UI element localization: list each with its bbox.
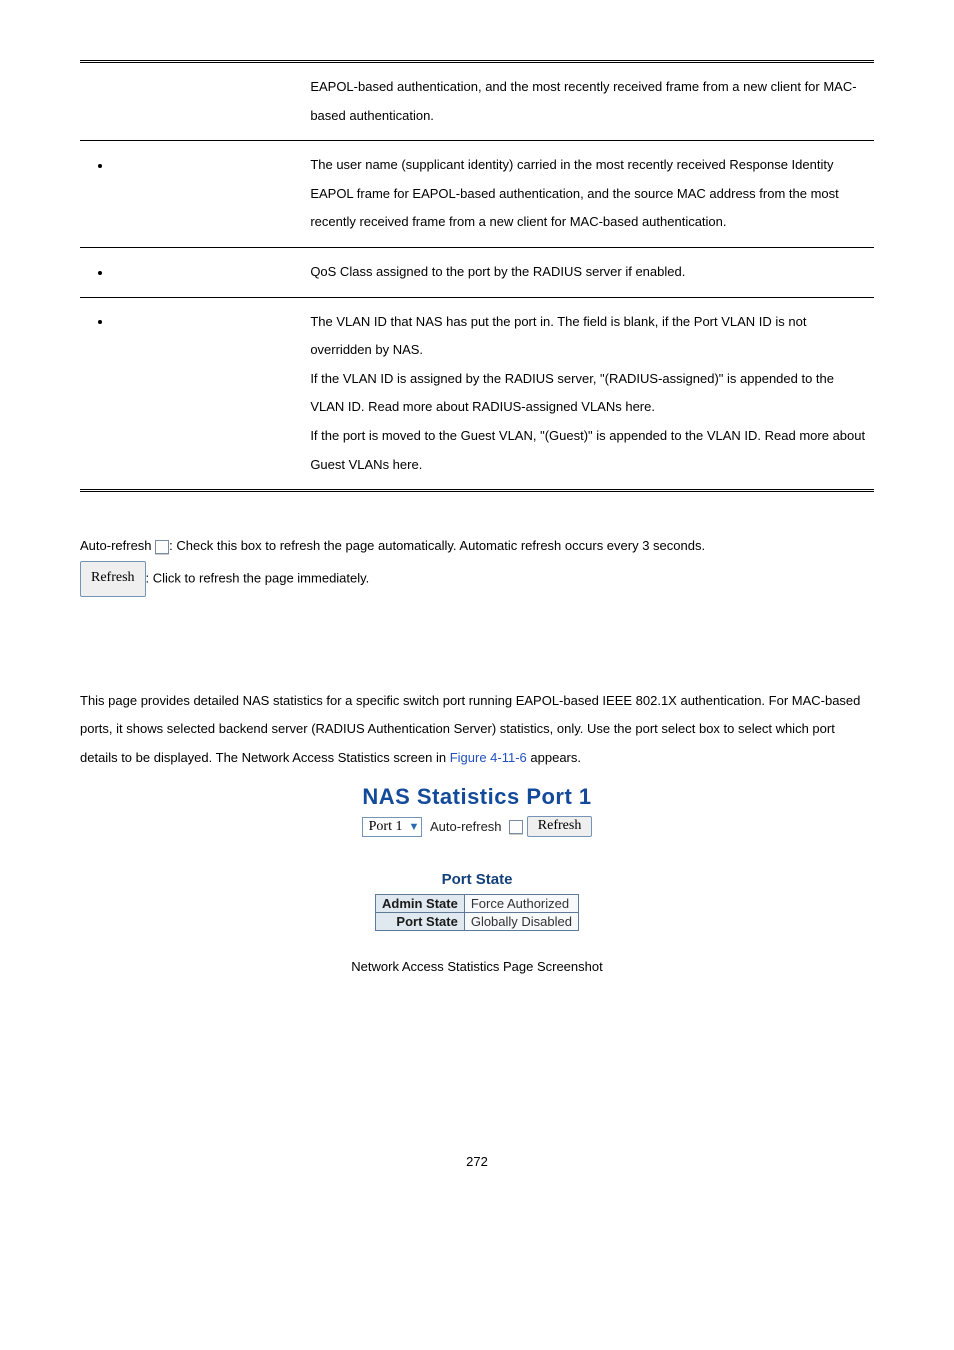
screenshot-title: NAS Statistics Port 1: [80, 784, 874, 810]
port-select-value: Port 1: [369, 819, 403, 834]
chevron-down-icon: ▼: [402, 821, 419, 833]
bullet-icon: [98, 320, 102, 324]
row2-right: QoS Class assigned to the port by the RA…: [302, 247, 874, 297]
port-state-table: Admin State Force Authorized Port State …: [375, 894, 579, 931]
row1-right: The user name (supplicant identity) carr…: [302, 141, 874, 248]
ss-refresh-button[interactable]: Refresh: [527, 816, 593, 837]
bullet-icon: [98, 164, 102, 168]
auto-refresh-line: Auto-refresh : Check this box to refresh…: [80, 532, 874, 596]
port-state-value: Globally Disabled: [464, 913, 578, 931]
section-paragraph: This page provides detailed NAS statisti…: [80, 687, 874, 773]
row3-right: The VLAN ID that NAS has put the port in…: [302, 297, 874, 491]
row0-right: EAPOL-based authentication, and the most…: [302, 62, 874, 141]
port-select[interactable]: Port 1▼: [362, 817, 423, 837]
bullet-icon: [98, 271, 102, 275]
screenshot-block: NAS Statistics Port 1 Port 1▼ Auto-refre…: [80, 784, 874, 974]
figure-link[interactable]: Figure 4-11-6: [450, 750, 527, 765]
ss-auto-refresh-label: Auto-refresh: [426, 819, 506, 834]
refresh-desc: : Click to refresh the page immediately.: [146, 570, 370, 585]
port-state-heading: Port State: [80, 871, 874, 888]
info-table: EAPOL-based authentication, and the most…: [80, 60, 874, 492]
auto-refresh-desc: : Check this box to refresh the page aut…: [169, 538, 705, 553]
screenshot-controls: Port 1▼ Auto-refresh Refresh: [80, 816, 874, 837]
auto-refresh-label: Auto-refresh: [80, 538, 152, 553]
admin-state-value: Force Authorized: [464, 895, 578, 913]
row2-left: [80, 247, 302, 297]
para-post: appears.: [527, 750, 581, 765]
row0-left: [80, 62, 302, 141]
screenshot-caption: Network Access Statistics Page Screensho…: [80, 959, 874, 974]
port-state-label: Port State: [375, 913, 464, 931]
row3-left: [80, 297, 302, 491]
refresh-button[interactable]: Refresh: [80, 561, 146, 597]
auto-refresh-checkbox[interactable]: [155, 540, 169, 554]
admin-state-label: Admin State: [375, 895, 464, 913]
page-number: 272: [80, 1154, 874, 1169]
row1-left: [80, 141, 302, 248]
ss-auto-refresh-checkbox[interactable]: [509, 820, 523, 834]
